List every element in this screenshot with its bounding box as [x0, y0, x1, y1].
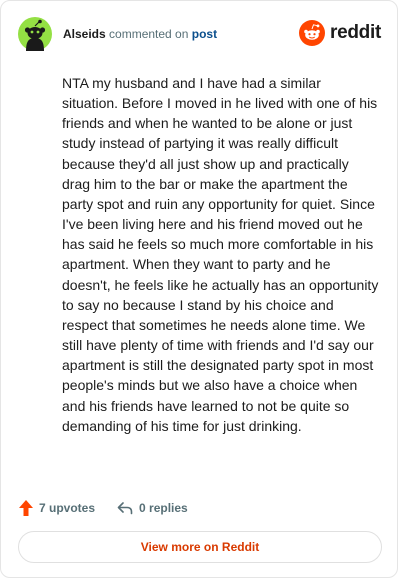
reddit-brand[interactable]: reddit [299, 19, 381, 47]
upvote-arrow-icon [19, 500, 33, 516]
comment-byline: Alseids commented on post [63, 27, 217, 41]
reply-count: 0 replies [139, 501, 188, 515]
username[interactable]: Alseids [63, 27, 106, 41]
reply-arrow-icon [117, 502, 133, 515]
comment-card: Alseids commented on post reddit NTA my … [0, 0, 398, 578]
reply-button[interactable]: 0 replies [117, 501, 188, 515]
brand-wordmark: reddit [330, 22, 381, 43]
byline-verb: commented on [109, 27, 189, 41]
upvote-button[interactable]: 7 upvotes [18, 499, 95, 517]
comment-header: Alseids commented on post reddit [18, 17, 381, 51]
reddit-snoo-avatar-icon [18, 17, 52, 51]
user-avatar[interactable] [18, 17, 52, 51]
post-link[interactable]: post [192, 27, 217, 41]
view-more-button[interactable]: View more on Reddit [18, 531, 382, 563]
upvote-count: 7 upvotes [39, 501, 96, 515]
comment-actions: 7 upvotes 0 replies [18, 498, 188, 518]
comment-body: NTA my husband and I have had a similar … [62, 75, 379, 434]
reddit-logo-icon [299, 20, 326, 46]
